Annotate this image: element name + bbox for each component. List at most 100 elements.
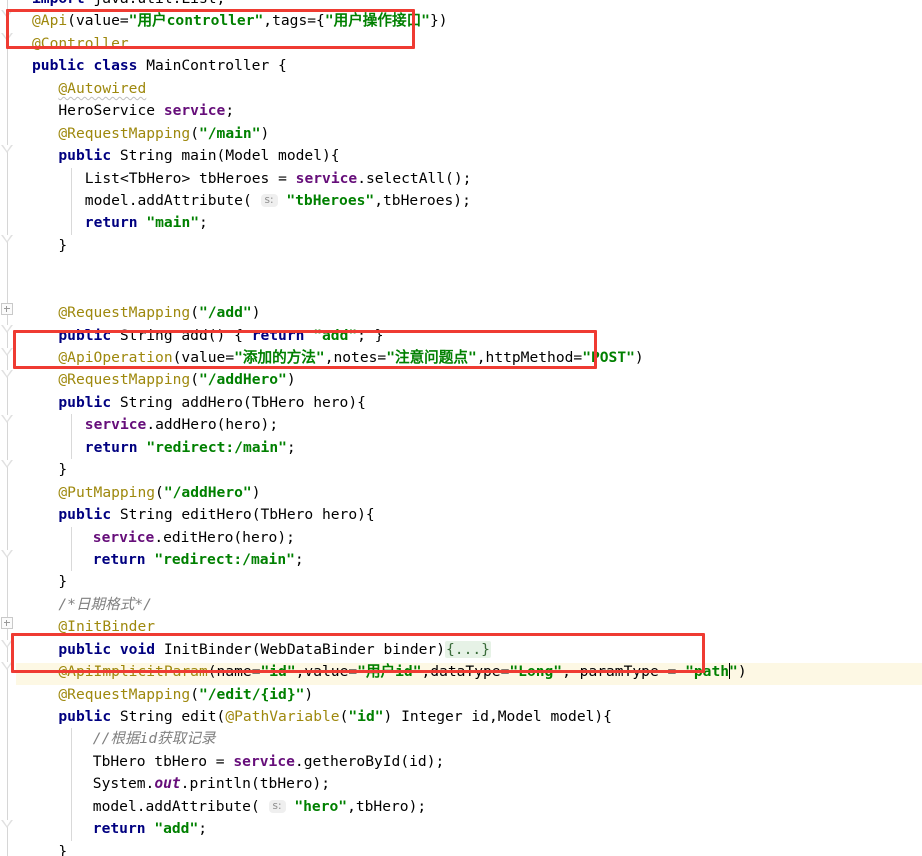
code-content[interactable]: import java.util.List;@Api(value="用户cont…	[16, 0, 922, 856]
annotation-token: @ApiOperation	[58, 349, 173, 366]
keyword-token: return	[92, 550, 146, 568]
code-line[interactable]: service.editHero(hero);	[16, 526, 922, 549]
code-line[interactable]: //根据id获取记录	[16, 728, 922, 751]
code-line[interactable]: }	[16, 571, 922, 593]
code-token: ;	[199, 214, 208, 232]
fold-collapse-arrow-icon[interactable]	[1, 370, 14, 380]
code-line[interactable]: return "redirect:/main";	[16, 436, 922, 460]
code-line[interactable]: }	[16, 459, 922, 481]
code-line[interactable]: model.addAttribute( s: "hero",tbHero);	[16, 795, 922, 819]
code-line[interactable]: @InitBinder	[16, 616, 922, 638]
code-line[interactable]: @RequestMapping("/main")	[16, 123, 922, 145]
code-token: ;	[286, 438, 296, 456]
code-token: @Autowired	[58, 79, 147, 97]
code-token: (	[190, 304, 199, 322]
annotation-token: @InitBinder	[58, 618, 156, 636]
string-literal: "redirect:/main"	[146, 438, 287, 456]
code-line[interactable]: @RequestMapping("/addHero")	[16, 369, 922, 391]
code-token: .selectAll();	[357, 169, 472, 187]
code-token: String addHero(TbHero hero){	[111, 393, 366, 411]
fold-collapse-arrow-icon[interactable]	[1, 33, 14, 43]
fold-collapse-arrow-icon[interactable]	[1, 640, 14, 650]
keyword-token: public	[58, 393, 112, 411]
fold-collapse-arrow-icon[interactable]	[1, 415, 14, 425]
code-line[interactable]: HeroService service;	[16, 100, 922, 122]
code-line[interactable]: return "add";	[16, 818, 922, 841]
code-token: .println(tbHero);	[180, 775, 331, 793]
code-line[interactable]: public String main(Model model){	[16, 145, 922, 167]
code-token: model.addAttribute(	[92, 797, 269, 815]
code-line[interactable]: import java.util.List;	[16, 0, 922, 10]
folded-region[interactable]: {...}	[445, 640, 491, 658]
fold-collapse-arrow-icon[interactable]	[1, 820, 14, 830]
code-line[interactable]: @Autowired	[16, 78, 922, 100]
code-token: java.util.List;	[85, 0, 226, 7]
code-line[interactable]: model.addAttribute( s: "tbHeroes",tbHero…	[16, 189, 922, 213]
code-token: .getheroById(id);	[294, 752, 445, 770]
code-token: ,dataType=	[421, 663, 510, 681]
fold-collapse-arrow-icon[interactable]	[1, 235, 14, 245]
string-literal: "	[729, 663, 738, 681]
code-line[interactable]: public void InitBinder(WebDataBinder bin…	[16, 639, 922, 661]
code-line[interactable]: public String add() { return "add"; }	[16, 325, 922, 347]
string-literal: "hero"	[294, 797, 348, 815]
fold-collapse-arrow-icon[interactable]	[1, 145, 14, 155]
string-literal: "POST"	[582, 349, 635, 366]
fold-expand-icon[interactable]	[1, 303, 15, 316]
code-line[interactable]: return "redirect:/main";	[16, 548, 922, 572]
code-line[interactable]	[16, 257, 922, 279]
code-line[interactable]: }	[16, 235, 922, 257]
fold-collapse-arrow-icon[interactable]	[1, 10, 14, 20]
code-line[interactable]: /*日期格式*/	[16, 594, 922, 616]
editor-gutter[interactable]	[0, 0, 16, 856]
string-literal: "tbHeroes"	[286, 191, 375, 209]
code-line[interactable]: @PutMapping("/addHero")	[16, 482, 922, 504]
code-line[interactable]: }	[16, 841, 922, 856]
code-token: })	[429, 12, 448, 30]
code-token: String main(Model model){	[111, 147, 340, 165]
field-token: service	[163, 102, 226, 120]
indent-guide	[71, 436, 72, 460]
code-line[interactable]: System.out.println(tbHero);	[16, 773, 922, 796]
code-line[interactable]: TbHero tbHero = service.getheroById(id);	[16, 750, 922, 774]
code-line[interactable]: public String edit(@PathVariable("id") I…	[16, 706, 922, 728]
string-literal: "/addHero"	[198, 371, 287, 389]
code-line[interactable]: public String addHero(TbHero hero){	[16, 392, 922, 414]
code-line[interactable]: public String editHero(TbHero hero){	[16, 504, 922, 526]
fold-collapse-arrow-icon[interactable]	[1, 550, 14, 560]
code-line[interactable]: @ApiImplicitParam(name="id",value="用户id"…	[16, 661, 922, 683]
code-token: }	[58, 573, 68, 591]
code-line[interactable]: return "main";	[16, 212, 922, 235]
parameter-hint-badge: s:	[268, 799, 286, 813]
code-token: )	[286, 371, 296, 389]
fold-collapse-arrow-icon[interactable]	[1, 348, 14, 358]
code-line[interactable]: @RequestMapping("/edit/{id}")	[16, 684, 922, 706]
code-line[interactable]	[16, 280, 922, 302]
code-line[interactable]: @ApiOperation(value="添加的方法",notes="注意问题点…	[16, 347, 922, 369]
string-literal: "/addHero"	[163, 483, 252, 501]
code-token: MainController {	[137, 57, 287, 75]
fold-collapse-arrow-icon[interactable]	[1, 325, 14, 335]
annotation-token: @ApiImplicitParam	[58, 663, 208, 681]
code-line[interactable]: public class MainController {	[16, 55, 922, 77]
fold-collapse-arrow-icon[interactable]	[1, 662, 14, 672]
code-token: (name=	[207, 663, 261, 681]
comment-token: /*日期格式*/	[58, 595, 152, 613]
code-token: (	[155, 483, 164, 501]
code-token: .editHero(hero);	[154, 528, 295, 546]
code-line[interactable]: @Api(value="用户controller",tags={"用户操作接口"…	[16, 10, 922, 32]
code-line[interactable]: List<TbHero> tbHeroes = service.selectAl…	[16, 167, 922, 190]
indent-guide	[71, 414, 72, 437]
fold-expand-icon[interactable]	[1, 617, 15, 630]
indent-guide	[71, 818, 72, 841]
code-editor[interactable]: import java.util.List;@Api(value="用户cont…	[0, 0, 922, 856]
code-line[interactable]: @RequestMapping("/add")	[16, 302, 922, 324]
keyword-token: public	[58, 506, 112, 524]
fold-collapse-arrow-icon[interactable]	[1, 460, 14, 470]
indent-guide	[71, 750, 72, 774]
code-line[interactable]: @Controller	[16, 33, 922, 55]
code-token: model.addAttribute(	[84, 191, 261, 209]
code-line[interactable]: service.addHero(hero);	[16, 414, 922, 437]
